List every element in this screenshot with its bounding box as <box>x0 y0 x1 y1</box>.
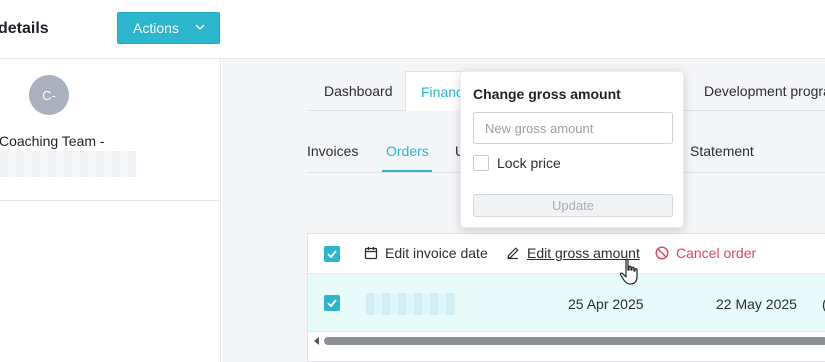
actions-button[interactable]: Actions <box>117 12 220 44</box>
invoice-date-cell: 25 Apr 2025 <box>568 296 644 312</box>
check-icon <box>327 250 337 259</box>
divider <box>0 200 220 201</box>
scroll-left-arrow[interactable] <box>314 337 319 345</box>
row-checkbox[interactable] <box>324 295 340 311</box>
hand-cursor-icon <box>619 258 638 285</box>
pencil-icon <box>507 247 519 260</box>
bulk-actions-toolbar: Edit invoice date Edit gross amount Canc… <box>308 234 825 274</box>
actions-button-label: Actions <box>133 20 179 36</box>
page-title: details <box>0 20 49 37</box>
active-subtab-indicator <box>382 170 432 172</box>
update-button[interactable]: Update <box>473 194 673 217</box>
edit-invoice-date-button[interactable]: Edit invoice date <box>364 245 488 261</box>
calendar-icon <box>364 247 378 260</box>
page-header: details Actions <box>0 0 825 59</box>
horizontal-scrollbar[interactable] <box>308 334 825 348</box>
lock-price-label: Lock price <box>497 155 561 171</box>
change-gross-amount-popover: Change gross amount Lock price Update <box>460 71 684 228</box>
subtab-orders[interactable]: Orders <box>386 143 429 159</box>
select-all-checkbox[interactable] <box>324 246 340 262</box>
redacted-text <box>0 151 136 177</box>
redacted-text <box>366 293 456 315</box>
gross-amount-input[interactable] <box>473 112 673 144</box>
avatar: C- <box>29 75 69 115</box>
subtab-statement[interactable]: Statement <box>690 143 754 159</box>
tab-dashboard[interactable]: Dashboard <box>324 71 393 111</box>
check-icon <box>327 299 337 308</box>
popover-title: Change gross amount <box>473 86 621 102</box>
due-date-cell: 22 May 2025 <box>716 296 797 312</box>
cancel-order-label: Cancel order <box>676 245 757 261</box>
block-icon <box>655 246 669 260</box>
profile-panel: C- Coaching Team - <box>0 59 221 362</box>
table-row[interactable]: 25 Apr 2025 22 May 2025 ( <box>308 274 825 332</box>
lock-price-checkbox[interactable] <box>473 155 489 171</box>
edit-invoice-date-label: Edit invoice date <box>385 245 488 261</box>
orders-table: Edit invoice date Edit gross amount Canc… <box>307 233 825 362</box>
team-name: Coaching Team - <box>0 133 105 149</box>
cancel-order-button[interactable]: Cancel order <box>655 245 756 261</box>
chevron-down-icon <box>195 24 205 30</box>
scrollbar-thumb[interactable] <box>324 337 825 345</box>
subtab-invoices[interactable]: Invoices <box>307 143 358 159</box>
tab-development-programs[interactable]: Development progra <box>704 71 825 111</box>
